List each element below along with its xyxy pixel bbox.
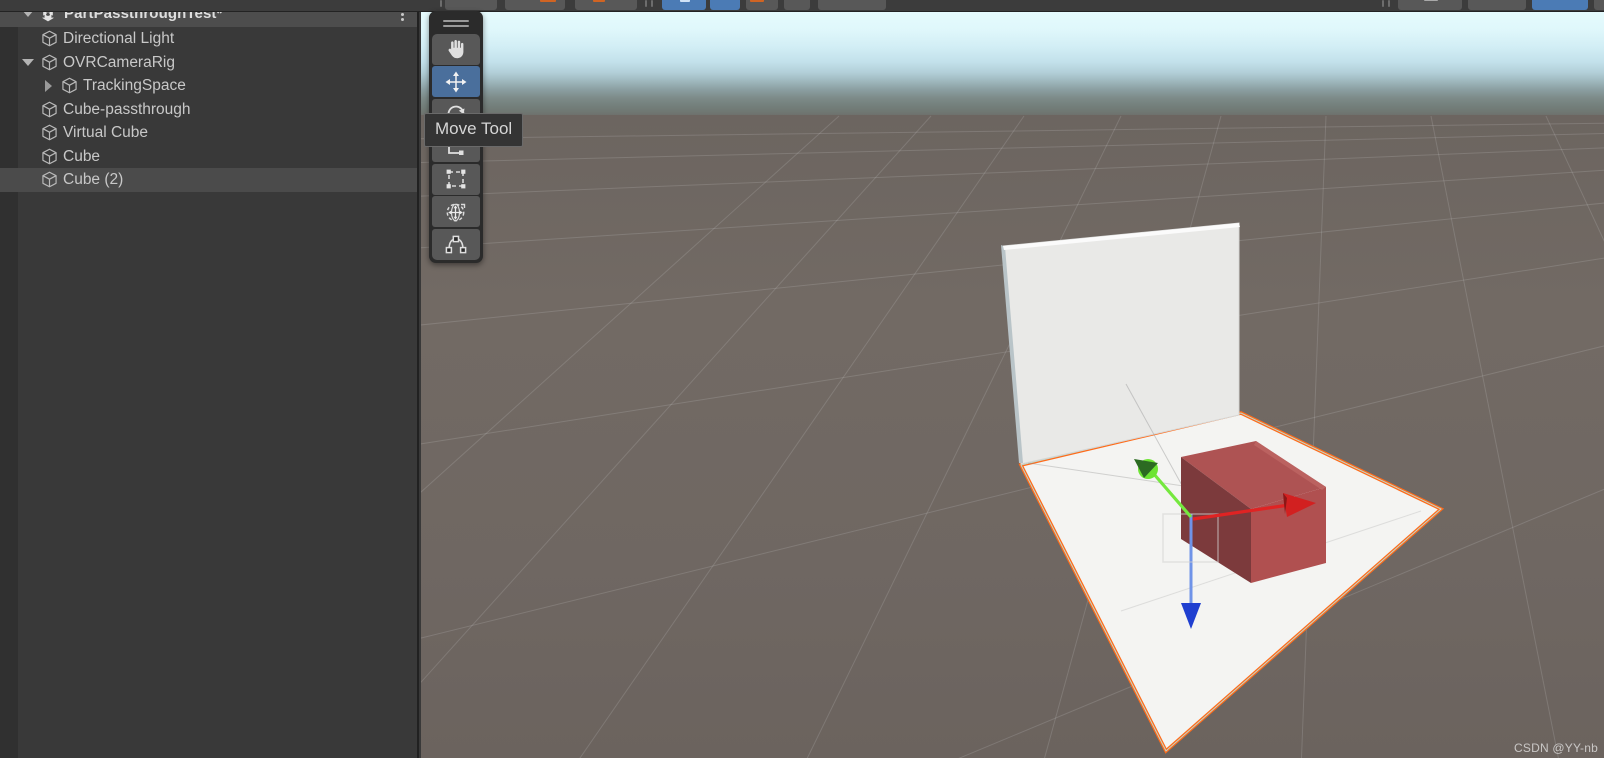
gameobject-cube-icon [38, 123, 60, 143]
layers-dropdown[interactable] [1398, 0, 1462, 10]
pause-button[interactable] [710, 0, 740, 10]
hierarchy-divider [417, 0, 419, 758]
pivot-mode-button[interactable] [575, 0, 637, 10]
hierarchy-item-label: Cube-passthrough [63, 100, 191, 118]
more-options-button[interactable] [1594, 0, 1604, 10]
move-arrows-icon [445, 71, 467, 92]
hierarchy-item-label: OVRCameraRig [63, 53, 175, 71]
unity-editor-window: PartPassthroughTest* Directional Light OV… [0, 0, 1604, 758]
hierarchy-item-ovrcamerarig[interactable]: OVRCameraRig [0, 51, 419, 75]
hierarchy-panel: PartPassthroughTest* Directional Light OV… [0, 0, 419, 758]
hierarchy-item-label: Virtual Cube [63, 124, 149, 141]
indent-spacer [0, 179, 18, 180]
transform-tool-left-button[interactable] [505, 0, 565, 10]
step-accent [750, 0, 764, 2]
undo-button[interactable] [445, 0, 497, 10]
toolbar-separator [440, 0, 442, 7]
account-button[interactable] [818, 0, 886, 10]
layout-dropdown[interactable] [1468, 0, 1526, 10]
chevron-right-icon[interactable] [38, 74, 58, 97]
indent-spacer [0, 156, 18, 157]
toolbar-separator [651, 0, 653, 7]
custom-editor-tool-button[interactable] [432, 228, 480, 260]
transform-tool-button[interactable] [432, 196, 480, 227]
hierarchy-item-virtual-cube[interactable]: Virtual Cube [0, 121, 419, 145]
hierarchy-item-directional-light[interactable]: Directional Light [0, 27, 419, 51]
expander-placeholder [18, 98, 38, 121]
scene-geometry [1001, 222, 1445, 754]
transform-move-rotate-scale-icon [446, 203, 466, 221]
indent-spacer [0, 109, 18, 110]
expander-placeholder [18, 27, 38, 50]
chevron-down-icon[interactable] [18, 51, 38, 74]
hierarchy-item-list: Directional Light OVRCameraRig TrackingSpa… [0, 27, 419, 192]
pivot-accent [593, 0, 605, 2]
indent-spacer [0, 38, 18, 39]
expander-placeholder [18, 168, 38, 191]
hierarchy-item-label: Directional Light [63, 30, 175, 47]
gameobject-cube-icon [38, 99, 60, 119]
play-icon [680, 0, 690, 2]
drag-handle-icon[interactable] [432, 14, 480, 32]
expander-placeholder [18, 145, 38, 168]
cloud-button[interactable] [784, 0, 810, 10]
rect-transform-icon [446, 169, 466, 189]
hand-tool-button[interactable] [432, 33, 480, 65]
tool-tooltip: Move Tool [424, 113, 524, 147]
expander-placeholder [18, 121, 38, 144]
gameobject-cube-icon [38, 29, 60, 49]
hierarchy-item-label: Cube [63, 147, 101, 165]
toolbar-separator [1388, 0, 1390, 7]
toolbar-separator [645, 0, 647, 7]
hierarchy-item-trackingspace[interactable]: TrackingSpace [0, 74, 419, 98]
gameobject-cube-icon [58, 76, 80, 96]
scene-viewport[interactable]: CSDN @YY-nb [421, 11, 1604, 758]
gameobject-cube-icon [38, 146, 60, 166]
search-button[interactable] [1532, 0, 1588, 10]
layers-label [1424, 0, 1438, 1]
move-tool-button[interactable] [432, 66, 480, 97]
watermark-text: CSDN @YY-nb [1514, 741, 1598, 755]
hierarchy-item-label: TrackingSpace [83, 77, 186, 94]
toolbar-separator [1382, 0, 1384, 7]
hierarchy-item-cube-passthrough[interactable]: Cube-passthrough [0, 98, 419, 122]
indent-spacer [0, 85, 38, 86]
hand-icon [448, 39, 464, 59]
hierarchy-item-cube[interactable]: Cube [0, 145, 419, 169]
indent-spacer [0, 132, 18, 133]
indent-spacer [0, 62, 18, 63]
custom-tool-icon [445, 235, 467, 254]
gameobject-cube-icon [38, 52, 60, 72]
main-toolbar-strip [0, 0, 1604, 12]
hierarchy-item-label: Cube (2) [63, 171, 124, 188]
rect-tool-button[interactable] [432, 163, 480, 195]
gameobject-cube-icon [38, 170, 60, 190]
hierarchy-item-cube-2[interactable]: Cube (2) [0, 168, 419, 192]
transform-tool-accent [540, 0, 556, 2]
